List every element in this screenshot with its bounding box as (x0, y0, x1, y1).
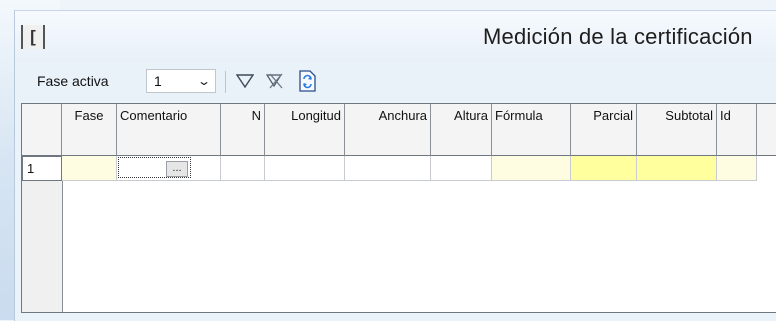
column-header-anchura[interactable]: Anchura (345, 104, 431, 156)
column-header-filler (757, 104, 776, 156)
grid-corner-header (22, 104, 62, 156)
column-header-parcial[interactable]: Parcial (571, 104, 637, 156)
certification-measurement-window: [ Medición de la certificación Fase acti… (14, 10, 776, 321)
column-header-formula[interactable]: Fórmula (492, 104, 571, 156)
cell-anchura[interactable] (345, 156, 431, 181)
app-icon: [ (21, 25, 45, 49)
cell-comentario[interactable]: ... (117, 156, 221, 181)
toolbar-separator (225, 71, 226, 93)
measurement-grid[interactable]: Fase Comentario N Longitud Anchura Altur… (21, 103, 776, 313)
empty-row-header-area (22, 181, 63, 312)
column-header-altura[interactable]: Altura (431, 104, 492, 156)
column-header-fase[interactable]: Fase (62, 104, 117, 156)
cell-parcial[interactable] (571, 156, 637, 181)
column-header-subtotal[interactable]: Subtotal (637, 104, 717, 156)
cell-formula[interactable] (492, 156, 571, 181)
column-header-longitud[interactable]: Longitud (265, 104, 345, 156)
cell-altura[interactable] (431, 156, 492, 181)
cell-n[interactable] (221, 156, 265, 181)
column-header-id[interactable]: Id (717, 104, 757, 156)
cell-subtotal[interactable] (637, 156, 717, 181)
chevron-down-icon: ⌄ (196, 74, 212, 88)
ellipsis-button[interactable]: ... (166, 161, 188, 177)
row-header-1[interactable]: 1 (22, 156, 62, 181)
cell-fase[interactable] (62, 156, 117, 181)
column-header-n[interactable]: N (221, 104, 265, 156)
filter-icon[interactable] (234, 70, 256, 92)
active-phase-select[interactable]: 1 ⌄ (146, 69, 216, 93)
comentario-editor[interactable]: ... (118, 157, 191, 178)
active-phase-label: Fase activa (37, 73, 109, 89)
window-title: Medición de la certificación (483, 24, 753, 49)
toolbar: Fase activa 1 ⌄ (15, 63, 776, 101)
refresh-icon[interactable] (296, 70, 318, 92)
cell-longitud[interactable] (265, 156, 345, 181)
active-phase-value: 1 (154, 73, 162, 89)
cell-id[interactable] (717, 156, 757, 181)
column-header-comentario[interactable]: Comentario (117, 104, 221, 156)
title-bar: [ Medición de la certificación (15, 11, 776, 63)
clear-filter-icon[interactable] (264, 70, 286, 92)
